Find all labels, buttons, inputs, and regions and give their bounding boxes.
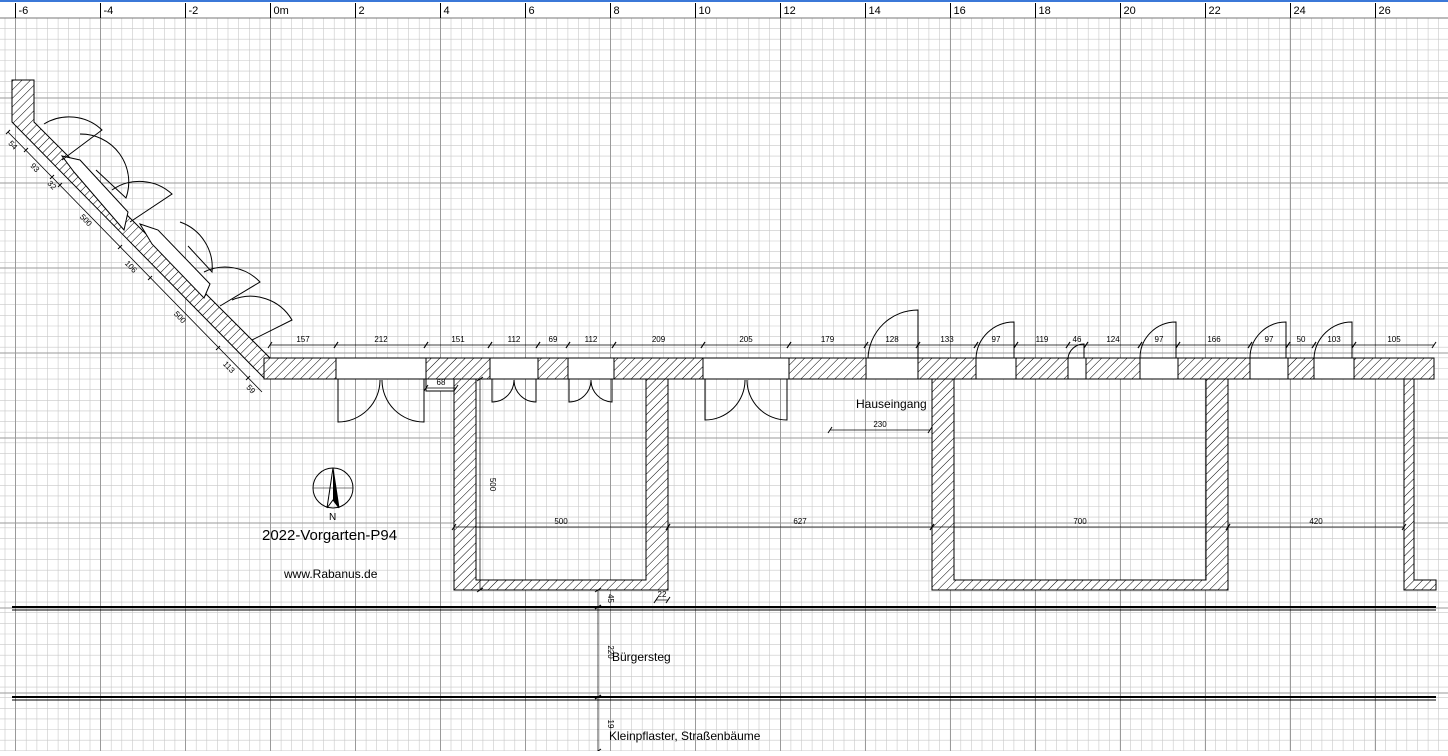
top-wall-dimension: 97 bbox=[1155, 335, 1164, 344]
plan-svg: -6 -4 -2 0m 2 4 6 8 10 12 14 16 18 20 22 24 26 549332500… bbox=[0, 2, 1448, 754]
ruler-label: -6 bbox=[19, 5, 29, 17]
floor-plan-canvas[interactable]: -6 -4 -2 0m 2 4 6 8 10 12 14 16 18 20 22 24 26 54 93 32 500… bbox=[0, 0, 1448, 754]
sidewalk-label: Bürgersteg bbox=[612, 650, 671, 664]
ruler-label: 14 bbox=[869, 5, 881, 17]
ruler-label: 4 bbox=[444, 5, 450, 17]
north-label: N bbox=[329, 512, 336, 523]
span-dimension: 627 bbox=[793, 517, 807, 526]
offset-dimension: 22 bbox=[658, 590, 667, 599]
ruler-label: 0m bbox=[274, 5, 289, 17]
top-wall-dimension: 205 bbox=[739, 335, 753, 344]
top-wall-dimension: 112 bbox=[508, 335, 521, 344]
top-wall-dimension: 119 bbox=[1036, 335, 1049, 344]
top-wall-dimension: 97 bbox=[992, 335, 1001, 344]
top-wall-dimension: 112 bbox=[585, 335, 598, 344]
grid bbox=[0, 17, 1448, 752]
entrance-dimension: 230 bbox=[873, 420, 887, 429]
diagonal-dimension: 93 bbox=[28, 161, 41, 174]
diagonal-doors[interactable] bbox=[43, 116, 293, 341]
plan-title: 2022-Vorgarten-P94 bbox=[262, 527, 397, 544]
window-top-border bbox=[0, 0, 1448, 2]
entrance-label: Hauseingang bbox=[856, 397, 927, 411]
top-wall-dimension: 209 bbox=[652, 335, 666, 344]
north-arrow-icon: N bbox=[312, 467, 354, 523]
span-dimension: 500 bbox=[554, 517, 568, 526]
small-dimension: 68 bbox=[437, 378, 446, 387]
sidewalk-lines bbox=[12, 606, 1436, 701]
street-label: Kleinpflaster, Straßenbäume bbox=[609, 729, 761, 743]
top-wall-dimension: 151 bbox=[451, 335, 465, 344]
ruler-label: -2 bbox=[189, 5, 199, 17]
top-wall-dimension: 157 bbox=[296, 335, 310, 344]
diagonal-dimension: 500 bbox=[78, 212, 94, 228]
top-wall-dimension: 212 bbox=[374, 335, 388, 344]
ruler-label: 8 bbox=[614, 5, 620, 17]
top-wall-dimension: 179 bbox=[821, 335, 835, 344]
top-wall-dimension: 128 bbox=[885, 335, 899, 344]
ruler-label: 6 bbox=[529, 5, 535, 17]
street-dimension: 19 bbox=[606, 720, 615, 729]
offset-dimension: 45 bbox=[606, 594, 615, 603]
top-wall-dimension: 69 bbox=[549, 335, 558, 344]
ruler-label: 16 bbox=[954, 5, 966, 17]
top-wall-dimension: 46 bbox=[1073, 335, 1082, 344]
website-label: www.Rabanus.de bbox=[283, 567, 378, 581]
top-wall-dimension: 105 bbox=[1387, 335, 1401, 344]
ruler-label: -4 bbox=[104, 5, 114, 17]
ruler-label: 18 bbox=[1039, 5, 1051, 17]
top-ruler[interactable]: -6 -4 -2 0m 2 4 6 8 10 12 14 16 18 20 22 24 26 bbox=[0, 2, 1448, 19]
ruler-label: 24 bbox=[1294, 5, 1306, 17]
depth-dimension: 500 bbox=[488, 478, 497, 492]
top-wall-dimension: 166 bbox=[1207, 335, 1221, 344]
ruler-label: 2 bbox=[359, 5, 365, 17]
top-wall-dimension: 97 bbox=[1265, 335, 1274, 344]
diagonal-dimensions: 54933250010650011359 bbox=[5, 129, 258, 396]
ruler-label: 20 bbox=[1124, 5, 1136, 17]
span-dimension: 700 bbox=[1073, 517, 1087, 526]
top-wall-dimension: 50 bbox=[1297, 335, 1306, 344]
ruler-label: 12 bbox=[784, 5, 796, 17]
diagonal-dimension: 54 bbox=[6, 139, 19, 152]
diagonal-dimension: 113 bbox=[221, 360, 237, 376]
top-wall-dimension: 124 bbox=[1106, 335, 1120, 344]
dimension-lines: 157 212 151 112 69 112 209 205 179 128 133 97 119 46 1… bbox=[267, 335, 1437, 754]
ruler-label: 22 bbox=[1209, 5, 1221, 17]
span-dimension: 420 bbox=[1309, 517, 1323, 526]
ruler-label: 10 bbox=[699, 5, 711, 17]
top-wall-dimension: 133 bbox=[940, 335, 954, 344]
top-wall-dimension: 103 bbox=[1327, 335, 1341, 344]
ruler-label: 26 bbox=[1379, 5, 1391, 17]
